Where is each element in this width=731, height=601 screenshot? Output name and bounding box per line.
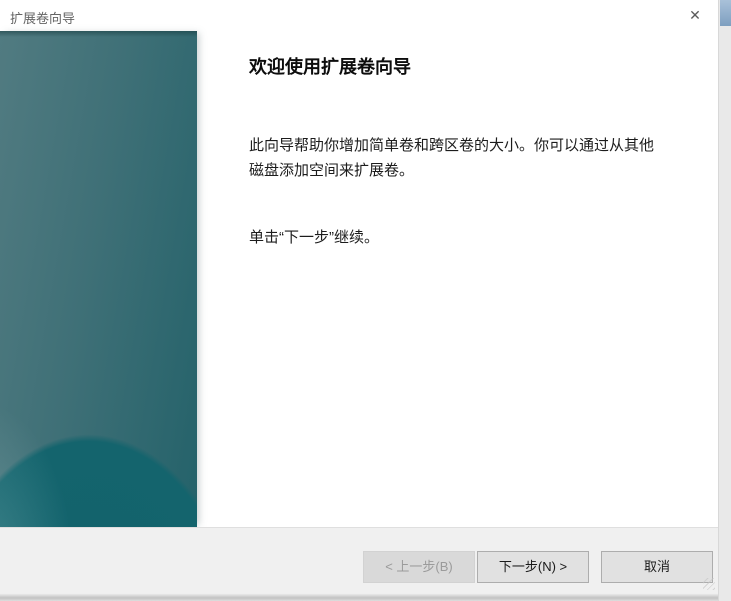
close-button[interactable]: ✕ xyxy=(672,0,718,30)
window-drop-shadow xyxy=(0,593,718,601)
resize-grip[interactable] xyxy=(703,578,715,590)
background-scrollbar-fragment xyxy=(720,0,731,26)
page-title: 欢迎使用扩展卷向导 xyxy=(249,57,411,77)
wizard-sidebar-graphic xyxy=(0,31,197,527)
close-icon: ✕ xyxy=(689,6,701,23)
background-window-edge xyxy=(718,0,731,601)
continue-hint-text: 单击“下一步”继续。 xyxy=(249,229,379,246)
next-button[interactable]: 下一步(N) > xyxy=(477,551,589,583)
cancel-button[interactable]: 取消 xyxy=(601,551,713,583)
button-bar: < 上一步(B) 下一步(N) > 取消 xyxy=(0,527,718,593)
back-button[interactable]: < 上一步(B) xyxy=(363,551,475,583)
titlebar[interactable]: 扩展卷向导 ✕ xyxy=(0,0,718,31)
wizard-content: 欢迎使用扩展卷向导 此向导帮助你增加简单卷和跨区卷的大小。你可以通过从其他磁盘添… xyxy=(197,31,718,527)
extend-volume-wizard-dialog: 扩展卷向导 ✕ 欢迎使用扩展卷向导 此向导帮助你增加简单卷和跨区卷的大小。你可以… xyxy=(0,0,718,593)
screen: 扩展卷向导 ✕ 欢迎使用扩展卷向导 此向导帮助你增加简单卷和跨区卷的大小。你可以… xyxy=(0,0,731,601)
window-title: 扩展卷向导 xyxy=(10,11,76,26)
intro-text: 此向导帮助你增加简单卷和跨区卷的大小。你可以通过从其他磁盘添加空间来扩展卷。 xyxy=(249,137,655,179)
wizard-body: 欢迎使用扩展卷向导 此向导帮助你增加简单卷和跨区卷的大小。你可以通过从其他磁盘添… xyxy=(0,31,718,527)
